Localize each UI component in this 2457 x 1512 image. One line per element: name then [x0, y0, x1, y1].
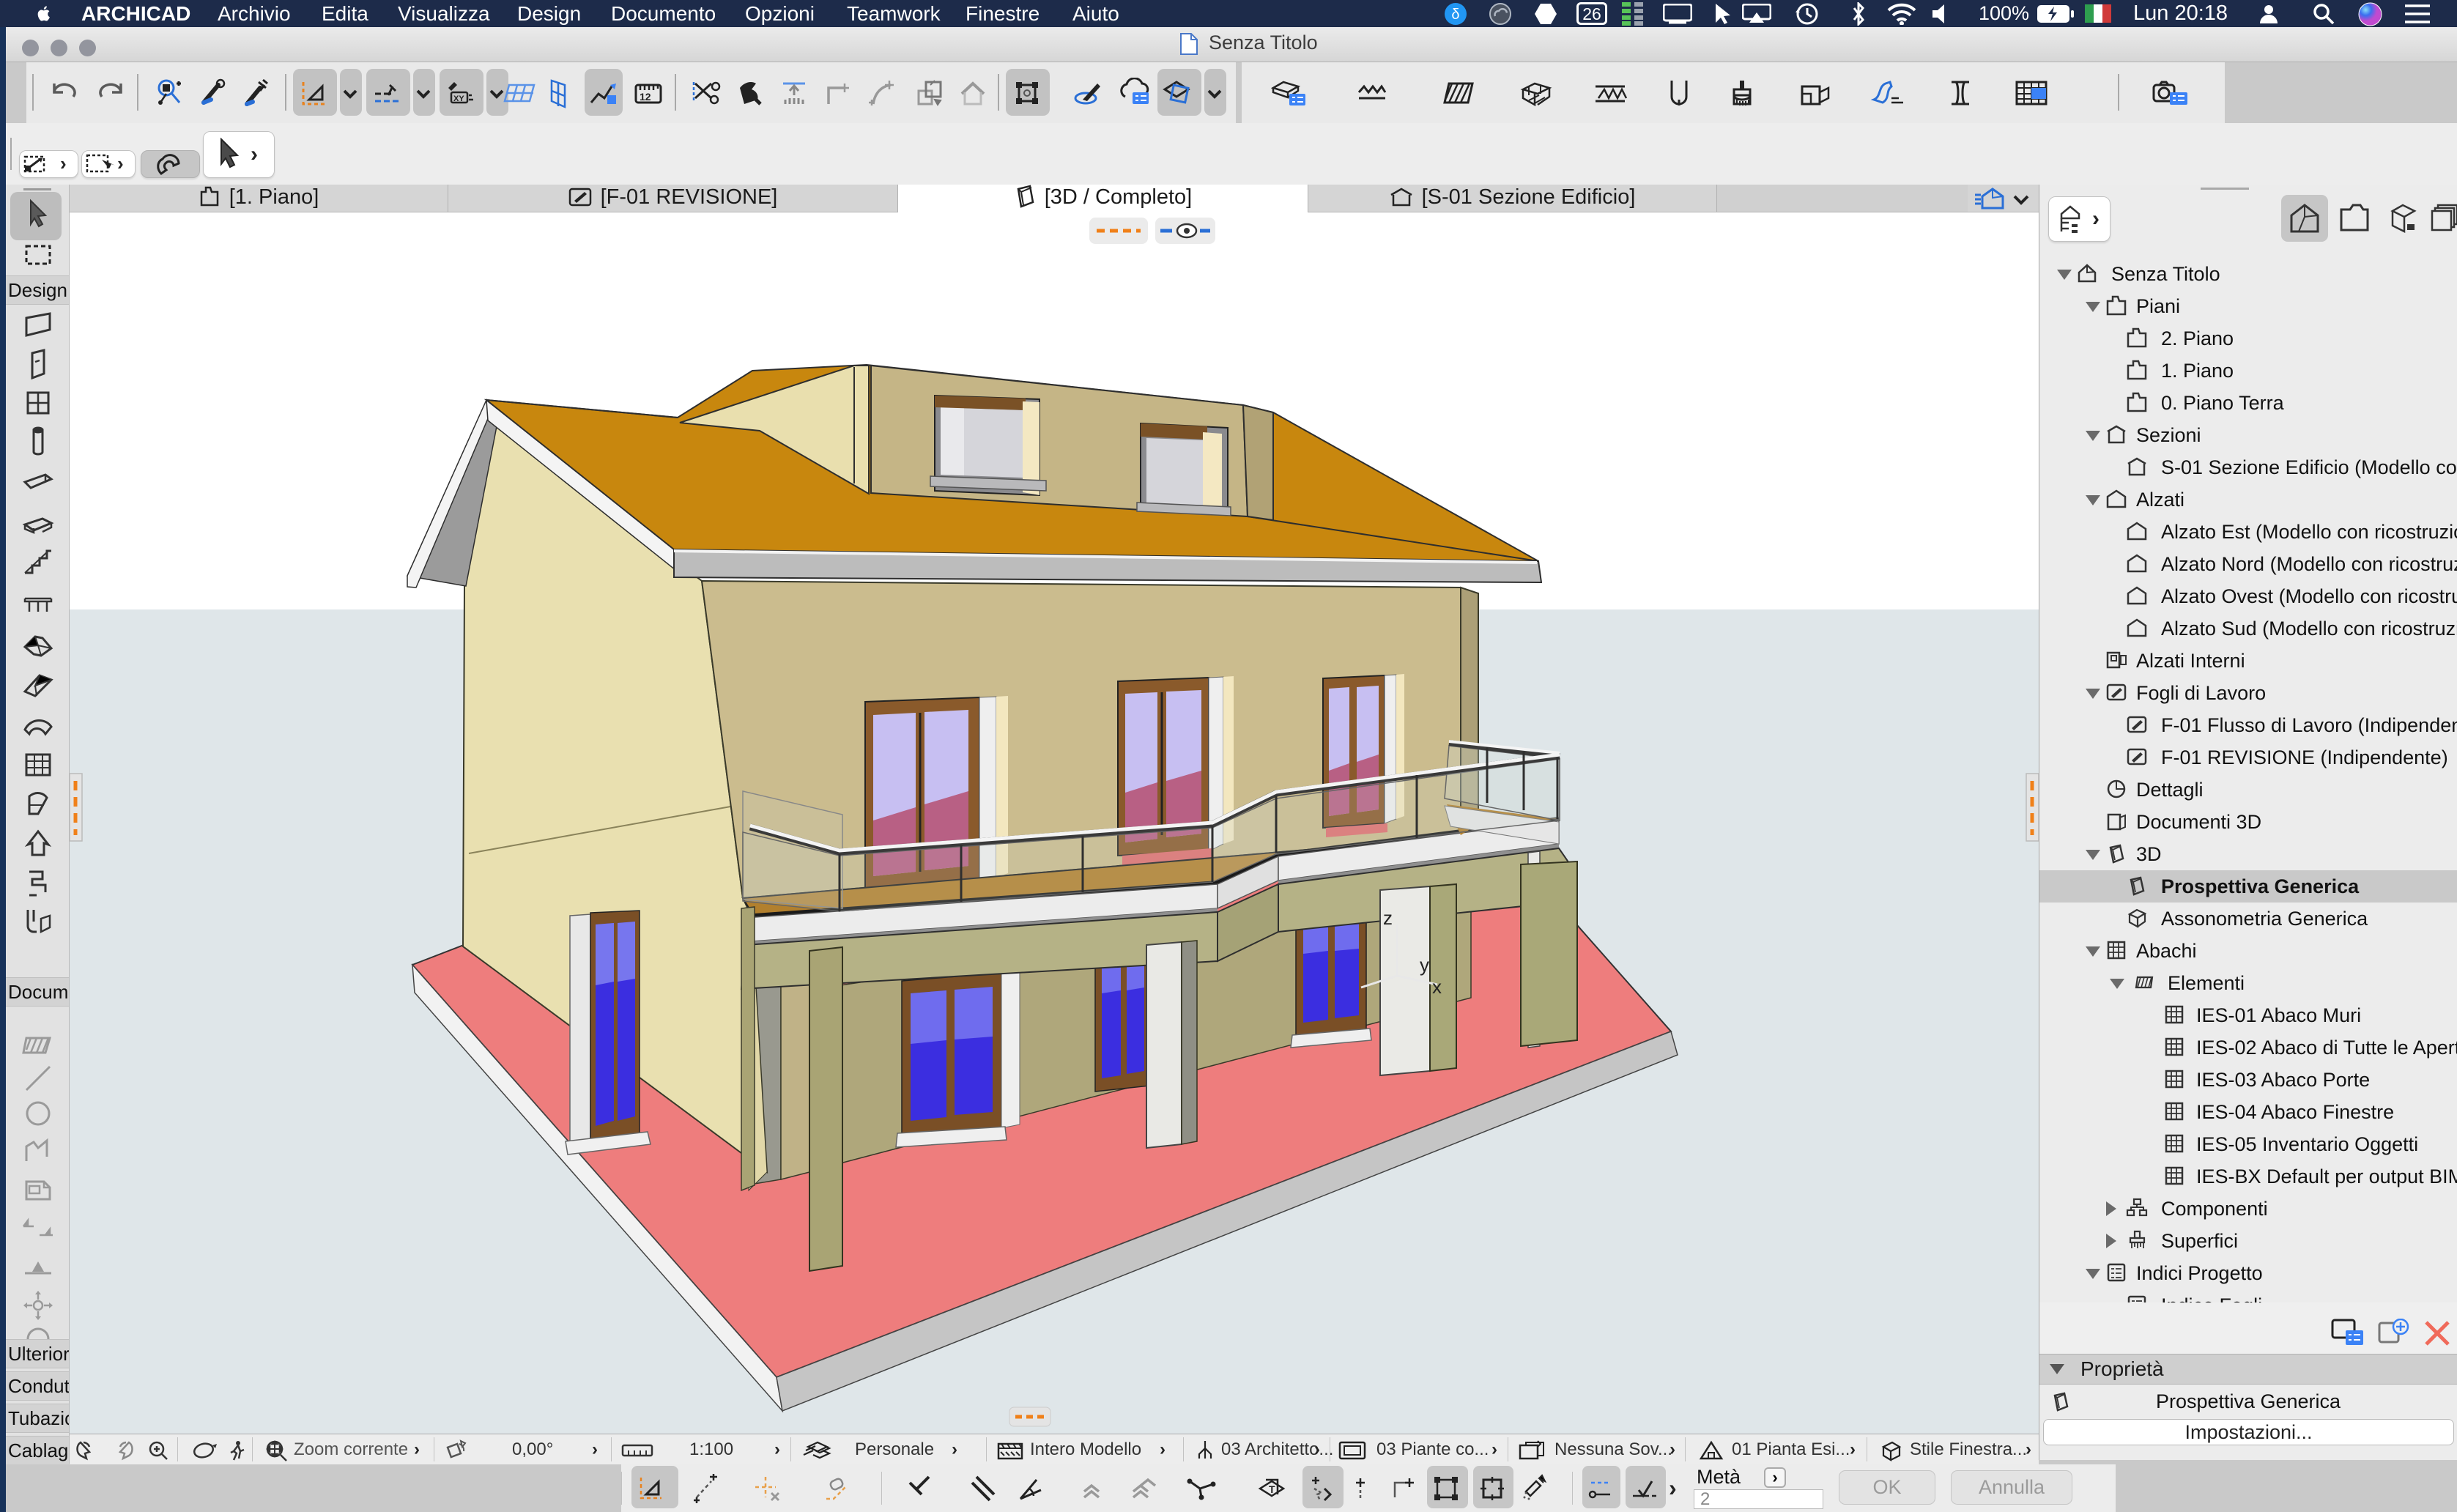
svg-text:T: T [1269, 1483, 1275, 1495]
svg-text:y: y [1420, 954, 1429, 976]
svg-text:12: 12 [640, 91, 651, 103]
svg-text:z: z [1383, 907, 1393, 929]
svg-text:δ: δ [1451, 7, 1459, 23]
svg-text:XY: XY [453, 94, 464, 103]
svg-text:x: x [1432, 976, 1442, 998]
